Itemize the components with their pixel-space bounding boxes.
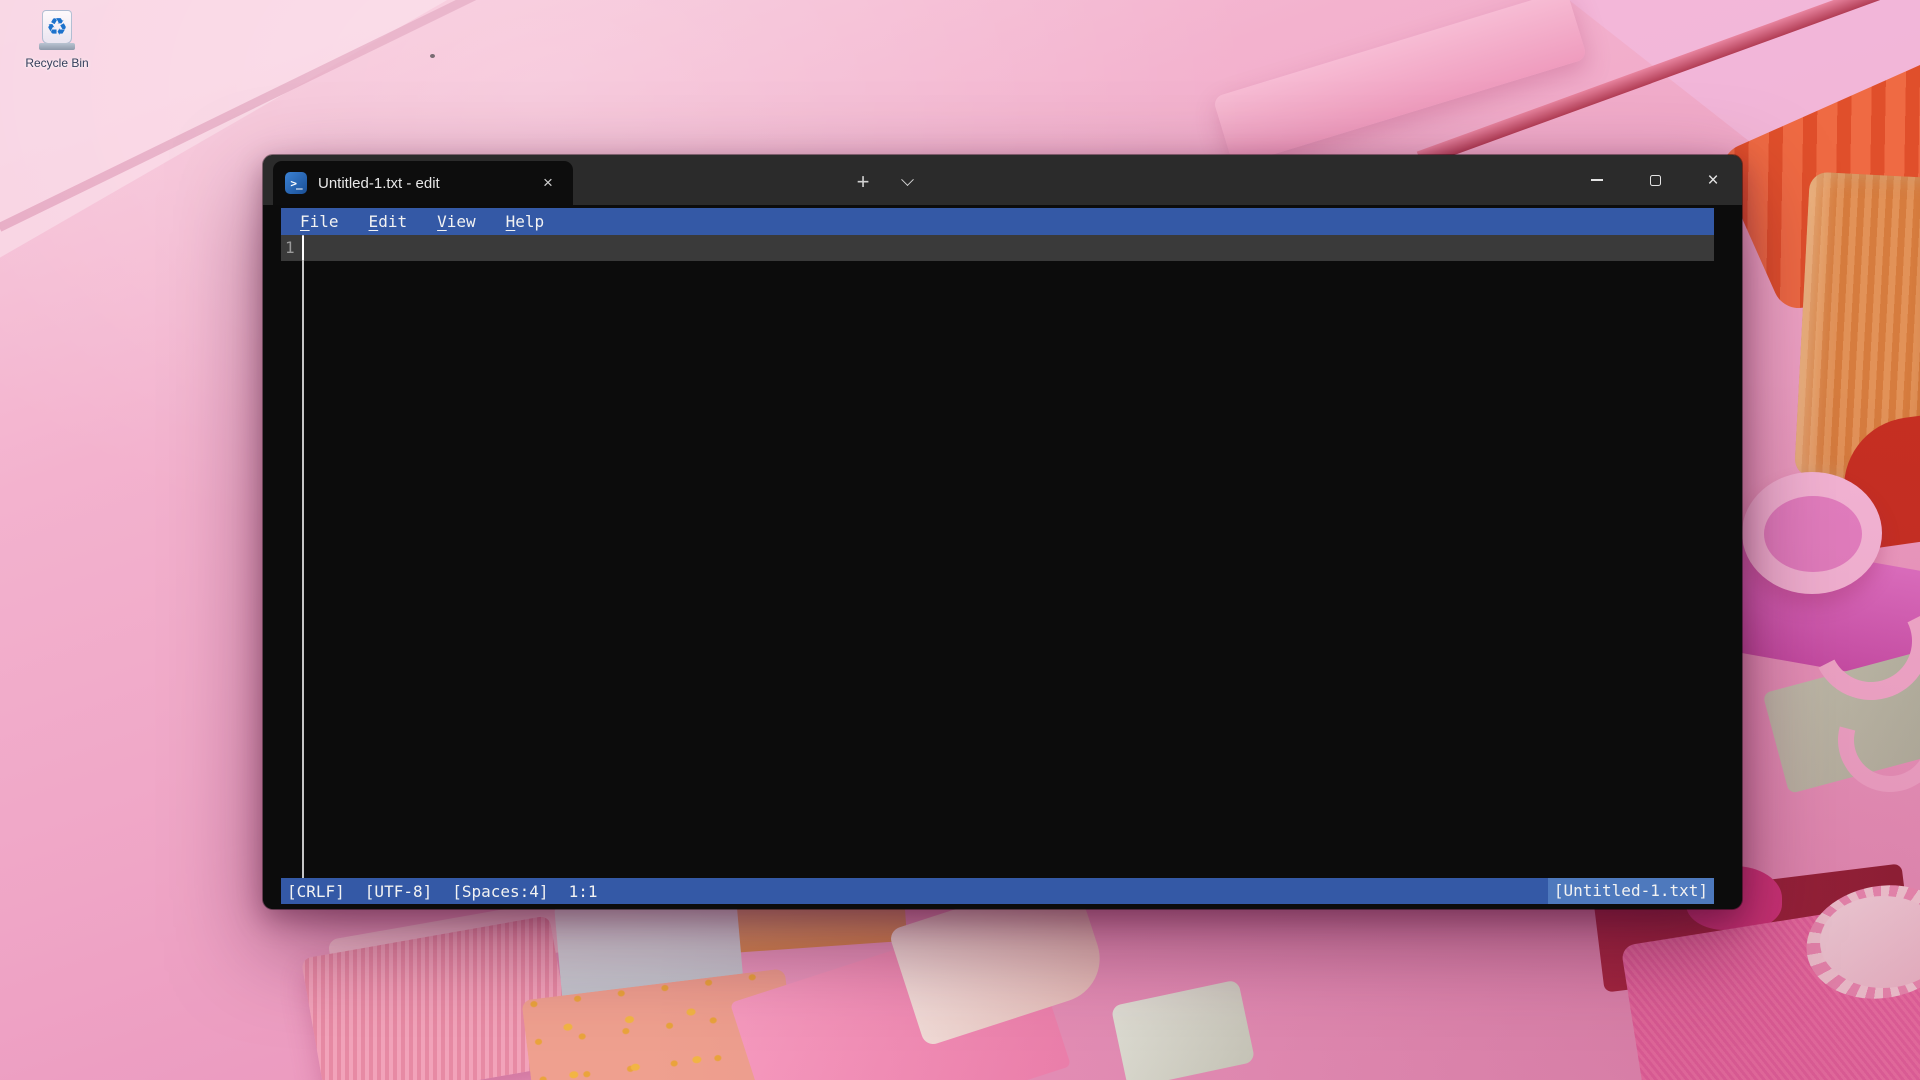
tab-close-icon[interactable]: × <box>535 170 561 196</box>
terminal-content[interactable]: File Edit View Help 1 [CRLF] [UTF-8] [Sp… <box>263 205 1742 909</box>
menu-help-label: elp <box>515 212 544 231</box>
new-tab-button[interactable]: + <box>843 163 883 201</box>
powershell-icon: >_ <box>285 172 307 194</box>
menu-edit[interactable]: Edit <box>360 212 417 231</box>
close-icon: × <box>1707 171 1718 190</box>
terminal-window: >_ Untitled-1.txt - edit × + × File Edit… <box>263 155 1742 909</box>
menu-help[interactable]: Help <box>497 212 554 231</box>
menu-view[interactable]: View <box>428 212 485 231</box>
background-shape-pink-slab-top <box>1213 0 1588 167</box>
recycle-bin-label: Recycle Bin <box>25 56 88 70</box>
status-cursor-position[interactable]: 1:1 <box>565 882 602 901</box>
menu-file-label: ile <box>310 212 339 231</box>
menu-view-accelerator: V <box>437 212 447 231</box>
recycle-bin-desktop-icon[interactable]: ♻ Recycle Bin <box>14 8 100 70</box>
line-number: 1 <box>285 235 295 261</box>
minimize-icon <box>1591 179 1603 181</box>
recycle-symbol-icon: ♻ <box>46 16 68 40</box>
background-shape-mint-chip <box>1111 979 1256 1080</box>
status-encoding[interactable]: [UTF-8] <box>361 882 436 901</box>
text-caret <box>302 236 304 260</box>
tab-title: Untitled-1.txt - edit <box>318 175 535 192</box>
status-line-ending[interactable]: [CRLF] <box>283 882 349 901</box>
status-file-name[interactable]: [Untitled-1.txt] <box>1548 878 1714 904</box>
menu-help-accelerator: H <box>506 212 516 231</box>
menu-edit-accelerator: E <box>369 212 379 231</box>
status-indentation[interactable]: [Spaces:4] <box>448 882 552 901</box>
status-bar: [CRLF] [UTF-8] [Spaces:4] 1:1 [Untitled-… <box>281 878 1714 904</box>
recycle-bin-icon: ♻ <box>35 8 79 54</box>
window-titlebar[interactable]: >_ Untitled-1.txt - edit × + × <box>263 155 1742 205</box>
background-shape-pink-bowl-inside <box>1764 496 1862 572</box>
terminal-tab[interactable]: >_ Untitled-1.txt - edit × <box>273 161 573 205</box>
window-controls: × <box>1568 155 1742 205</box>
menu-bar: File Edit View Help <box>281 208 1714 235</box>
menu-edit-label: dit <box>378 212 407 231</box>
gutter-divider <box>302 235 304 878</box>
recycle-bin-base <box>39 43 75 50</box>
minimize-button[interactable] <box>1568 155 1626 205</box>
menu-view-label: iew <box>447 212 476 231</box>
tab-dropdown-button[interactable] <box>887 163 927 201</box>
maximize-icon <box>1650 175 1661 186</box>
current-line-highlight[interactable] <box>281 235 1714 261</box>
menu-file[interactable]: File <box>291 212 348 231</box>
menu-file-accelerator: F <box>300 212 310 231</box>
chevron-down-icon <box>901 173 914 186</box>
background-speck <box>430 54 435 58</box>
close-button[interactable]: × <box>1684 155 1742 205</box>
maximize-button[interactable] <box>1626 155 1684 205</box>
